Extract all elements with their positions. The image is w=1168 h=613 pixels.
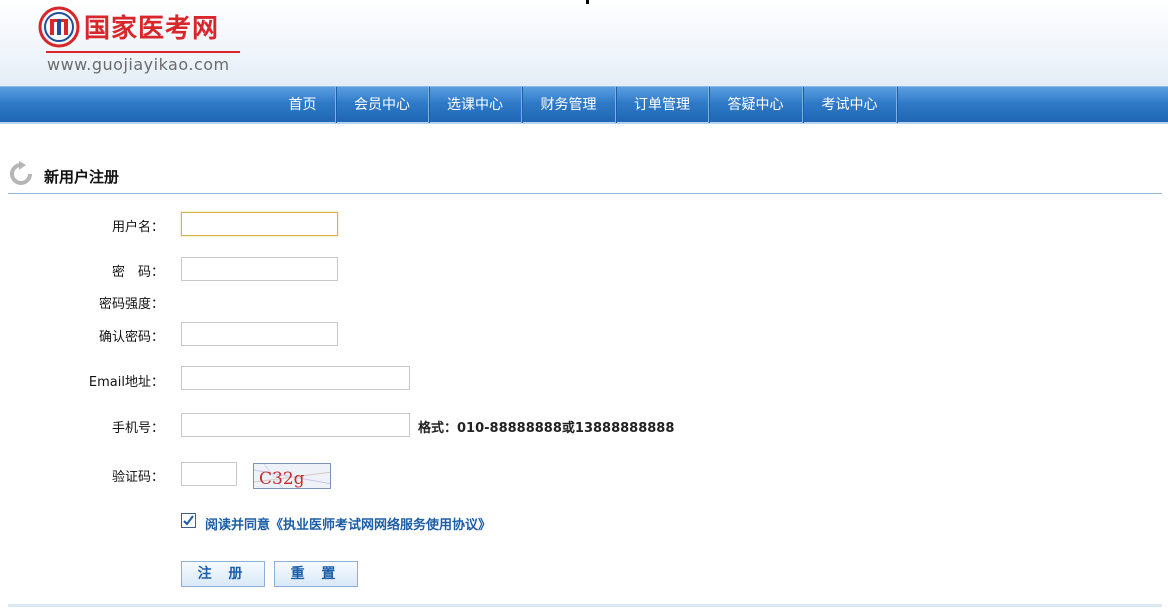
footer-divider	[8, 604, 1162, 607]
password-label: 密 码：	[111, 265, 164, 280]
top-marker	[586, 0, 589, 4]
logo-mark-icon	[38, 6, 80, 48]
nav-item-finance[interactable]: 财务管理	[522, 87, 616, 123]
site-url: www.guojiayikao.com	[47, 55, 230, 74]
phone-input[interactable]	[181, 413, 410, 437]
logo-underline	[46, 51, 240, 53]
username-label: 用户名：	[111, 220, 164, 235]
site-name: 国家医考网	[84, 14, 220, 44]
confirm-password-input[interactable]	[181, 322, 338, 346]
arrow-circle-icon	[10, 161, 32, 185]
email-label: Email地址：	[88, 375, 164, 390]
main-nav: 首页 会员中心 选课中心 财务管理 订单管理 答疑中心 考试中心	[0, 86, 1168, 124]
checkmark-icon	[183, 515, 194, 526]
captcha-image[interactable]: C32g	[253, 463, 331, 489]
site-logo[interactable]: 国家医考网 www.guojiayikao.com	[38, 4, 248, 76]
nav-item-exam-center[interactable]: 考试中心	[803, 87, 897, 123]
agreement-link[interactable]: 阅读并同意《执业医师考试网网络服务使用协议》	[205, 514, 491, 533]
nav-item-course-center[interactable]: 选课中心	[429, 87, 522, 123]
nav-list: 首页 会员中心 选课中心 财务管理 订单管理 答疑中心 考试中心	[270, 87, 897, 123]
page-title: 新用户注册	[44, 168, 120, 186]
register-button[interactable]: 注 册	[181, 561, 265, 587]
site-header: 国家医考网 www.guojiayikao.com	[0, 0, 1168, 86]
agree-checkbox[interactable]	[181, 513, 196, 528]
captcha-input[interactable]	[181, 462, 237, 486]
captcha-graphic: C32g	[254, 464, 330, 489]
captcha-char-1: C32g	[259, 469, 305, 489]
phone-label: 手机号：	[111, 421, 164, 436]
password-input[interactable]	[181, 257, 338, 281]
confirm-password-label: 确认密码：	[98, 330, 164, 345]
section-header: 新用户注册	[8, 156, 1162, 194]
nav-item-member-center[interactable]: 会员中心	[336, 87, 429, 123]
reset-button[interactable]: 重 置	[274, 561, 358, 587]
username-input[interactable]	[181, 212, 338, 236]
phone-format-hint: 格式：010-88888888或13888888888	[418, 421, 675, 436]
nav-item-orders[interactable]: 订单管理	[616, 87, 709, 123]
nav-item-home[interactable]: 首页	[270, 87, 336, 123]
password-strength-label: 密码强度：	[98, 297, 164, 312]
captcha-label: 验证码：	[111, 470, 164, 485]
email-input[interactable]	[181, 366, 410, 390]
nav-item-qa-center[interactable]: 答疑中心	[709, 87, 803, 123]
